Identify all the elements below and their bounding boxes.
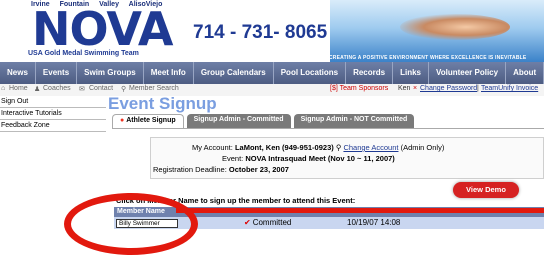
event-label: Event: [222,154,244,163]
event-value: NOVA Intrasquad Meet (Nov 10 ~ 11, 2007) [245,154,395,163]
account-label: My Account: [192,143,233,152]
change-account-link[interactable]: Change Account [343,143,398,152]
separator-icon: × [413,85,418,92]
nav-meet-info[interactable]: Meet Info [144,62,194,84]
tab-signup-admin-committed[interactable]: Signup Admin - Committed [186,114,291,128]
account-row: My Account: LaMont, Ken (949-951-0923) ⚲… [192,143,444,152]
nav-swim-groups[interactable]: Swim Groups [77,62,144,84]
banner-tagline: CREATING A POSITIVE ENVIRONMENT WHERE EX… [329,55,527,61]
annotation-circle [64,193,198,255]
active-tab-icon: ● [120,117,125,124]
page-title: Event Signup [108,94,217,113]
nav-group-calendars[interactable]: Group Calendars [194,62,274,84]
deadline-row: Registration Deadline: October 23, 2007 [153,165,289,174]
commit-status: ✔ Committed [244,217,291,229]
checkmark-icon: ✔ [244,218,251,227]
event-row: Event: NOVA Intrasquad Meet (Nov 10 ~ 11… [222,154,395,163]
banner-phone: 714 - 731- 8065 [193,22,328,43]
account-value: LaMont, Ken (949-951-0923) [234,143,334,152]
current-user: Ken [398,85,411,92]
contact-link[interactable]: Contact [89,85,113,92]
nav-records[interactable]: Records [346,62,394,84]
sidebar-item-feedback-zone[interactable]: Feedback Zone [0,120,106,132]
annotation-arrow [176,208,544,213]
deadline-value: October 23, 2007 [228,165,289,174]
tab-bar: ● Athlete Signup Signup Admin - Committed… [112,114,417,128]
tab-divider [112,128,544,129]
signup-timestamp: 10/19/07 14:08 [347,218,401,227]
member-search-link[interactable]: Member Search [129,85,179,92]
home-icon[interactable]: ⌂ [1,85,5,92]
magnifier-icon[interactable]: ⚲ [336,143,342,152]
nav-pool-locations[interactable]: Pool Locations [274,62,347,84]
nav-links[interactable]: Links [393,62,429,84]
deadline-label: Registration Deadline: [153,165,227,174]
tab-athlete-signup-label: Athlete Signup [126,117,176,124]
mail-icon[interactable]: ✉ [79,85,85,93]
change-password-link[interactable]: Change Password [420,85,477,92]
event-info-panel: My Account: LaMont, Ken (949-951-0923) ⚲… [150,137,544,179]
nav-events[interactable]: Events [36,62,78,84]
header-banner: Irvine Fountain Valley AlisoViejo NOVA U… [0,0,544,62]
teamunify-invoice-link[interactable]: TeamUnify Invoice [481,85,538,92]
utility-bar: ⌂ Home ♟ Coaches ✉ Contact ⚲ Member Sear… [0,84,544,96]
coaches-link[interactable]: Coaches [43,85,71,92]
view-demo-button[interactable]: View Demo [453,182,519,198]
sidebar-item-interactive-tutorials[interactable]: Interactive Tutorials [0,108,106,120]
admin-only-note: (Admin Only) [400,143,445,152]
coaches-icon[interactable]: ♟ [34,85,40,93]
nav-news[interactable]: News [0,62,36,84]
nav-volunteer-policy[interactable]: Volunteer Policy [429,62,507,84]
search-icon[interactable]: ⚲ [121,85,126,93]
banner-subtitle: USA Gold Medal Swimming Team [28,50,139,57]
swimmer-image [400,14,510,40]
sidebar-item-sign-out[interactable]: Sign Out [0,96,106,108]
team-sponsors-link[interactable]: [$] Team Sponsors [330,85,388,92]
main-nav: News Events Swim Groups Meet Info Group … [0,62,544,84]
tab-signup-admin-not-committed[interactable]: Signup Admin - NOT Committed [293,114,415,128]
home-link[interactable]: Home [9,85,28,92]
commit-status-label: Committed [252,218,292,227]
nav-about[interactable]: About [506,62,544,84]
tab-athlete-signup[interactable]: ● Athlete Signup [112,114,184,128]
separator-bar: | [477,85,479,92]
nova-logo[interactable]: NOVA [32,6,173,52]
sidebar: Sign Out Interactive Tutorials Feedback … [0,96,106,132]
